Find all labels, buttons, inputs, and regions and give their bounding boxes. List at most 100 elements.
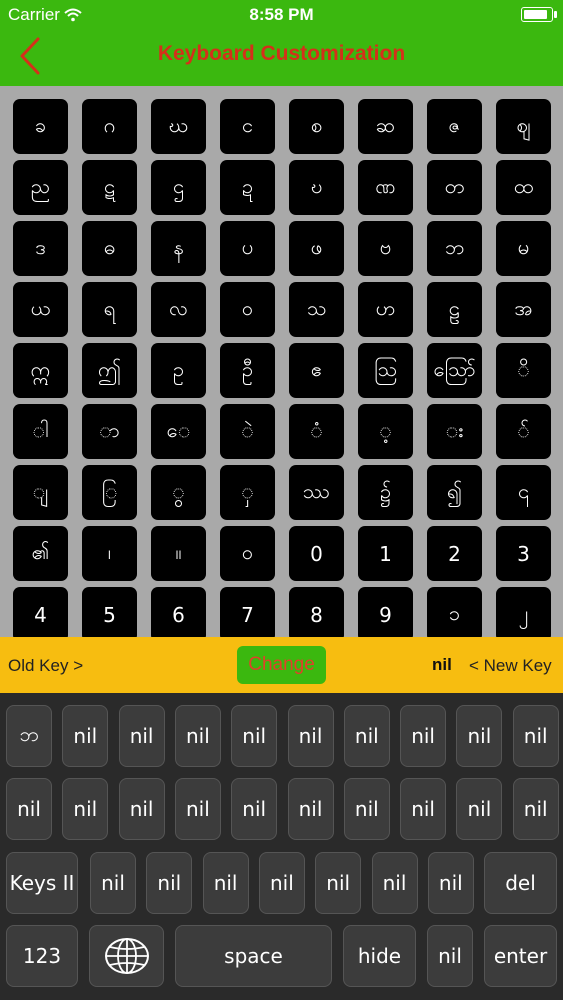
keyboard-key[interactable]: nil — [343, 705, 390, 767]
hide-key[interactable]: hide — [343, 925, 416, 987]
grid-key[interactable]: ထ — [496, 160, 551, 215]
grid-key[interactable]: 1 — [358, 526, 413, 581]
keyboard-key[interactable]: nil — [146, 852, 193, 914]
grid-key[interactable]: ရ — [82, 282, 137, 337]
keyboard-key[interactable]: nil — [6, 778, 52, 840]
keyboard-key[interactable]: nil — [231, 705, 278, 767]
grid-key[interactable]: ပ — [220, 221, 275, 276]
keyboard-key[interactable]: nil — [456, 705, 503, 767]
grid-key[interactable]: ဦ — [220, 343, 275, 398]
keyboard-key[interactable]: nil — [512, 705, 559, 767]
grid-key[interactable]: ၍ — [427, 465, 482, 520]
keyboard-key[interactable]: nil — [287, 778, 334, 840]
grid-key[interactable]: အ — [496, 282, 551, 337]
grid-key[interactable]: ြ — [82, 465, 137, 520]
grid-key[interactable]: ယ — [13, 282, 68, 337]
grid-key[interactable]: ဍ — [220, 160, 275, 215]
keyboard-key[interactable]: nil — [427, 852, 474, 914]
keyboard-key[interactable]: nil — [118, 778, 165, 840]
keyboard-key[interactable]: nil — [118, 705, 165, 767]
grid-key[interactable]: ျ — [13, 465, 68, 520]
grid-key[interactable]: ဃ — [151, 99, 206, 154]
keys-ii-key[interactable]: Keys II — [6, 852, 78, 914]
grid-key[interactable]: ၏ — [13, 526, 68, 581]
grid-key[interactable]: ဩ — [358, 343, 413, 398]
grid-key[interactable]: ဣ — [13, 343, 68, 398]
grid-key[interactable]: ဈ — [496, 99, 551, 154]
space-key[interactable]: space — [175, 925, 332, 987]
grid-key[interactable]: 6 — [151, 587, 206, 637]
grid-key[interactable]: ၁ — [427, 587, 482, 637]
grid-key[interactable]: ဎ — [289, 160, 344, 215]
grid-key[interactable]: ့ — [358, 404, 413, 459]
change-button[interactable]: Change — [237, 646, 326, 684]
grid-key[interactable]: ဌ — [151, 160, 206, 215]
grid-key[interactable]: ဂ — [82, 99, 137, 154]
grid-key[interactable]: ဏ — [358, 160, 413, 215]
grid-key[interactable]: ာ — [82, 404, 137, 459]
keyboard-key[interactable]: nil — [400, 705, 447, 767]
grid-key[interactable]: ခ — [13, 99, 68, 154]
grid-key[interactable]: သ — [289, 282, 344, 337]
grid-key[interactable]: ွ — [151, 465, 206, 520]
grid-key[interactable]: ဥ — [151, 343, 206, 398]
keyboard-key[interactable]: nil — [174, 778, 221, 840]
grid-key[interactable]: မ — [496, 221, 551, 276]
grid-key[interactable]: ၌ — [358, 465, 413, 520]
grid-key[interactable]: ေ — [151, 404, 206, 459]
nil-key[interactable]: nil — [427, 925, 473, 987]
grid-key[interactable]: င — [220, 99, 275, 154]
grid-key[interactable]: 3 — [496, 526, 551, 581]
grid-key[interactable]: 8 — [289, 587, 344, 637]
keyboard-key[interactable]: nil — [258, 852, 305, 914]
grid-key[interactable]: ဘ — [427, 221, 482, 276]
globe-key[interactable] — [89, 925, 164, 987]
grid-key[interactable]: 2 — [427, 526, 482, 581]
keyboard-key[interactable]: nil — [62, 705, 109, 767]
grid-key[interactable]: ါ — [13, 404, 68, 459]
grid-key[interactable]: 7 — [220, 587, 275, 637]
keyboard-key[interactable]: nil — [231, 778, 278, 840]
grid-key[interactable]: ည — [13, 160, 68, 215]
grid-key[interactable]: ဖ — [289, 221, 344, 276]
grid-key[interactable]: ဝ — [220, 282, 275, 337]
keyboard-key[interactable]: nil — [90, 852, 136, 914]
grid-key[interactable]: လ — [151, 282, 206, 337]
grid-key[interactable]: ် — [496, 404, 551, 459]
keyboard-key[interactable]: nil — [202, 852, 249, 914]
grid-key[interactable]: ။ — [151, 526, 206, 581]
grid-key[interactable]: ဪ — [427, 343, 482, 398]
grid-key[interactable]: ဧ — [289, 343, 344, 398]
keyboard-key[interactable]: nil — [512, 778, 559, 840]
keyboard-key[interactable]: nil — [315, 852, 362, 914]
grid-key[interactable]: ဤ — [82, 343, 137, 398]
keyboard-key[interactable]: nil — [371, 852, 418, 914]
enter-key[interactable]: enter — [484, 925, 557, 987]
grid-key[interactable]: ၂ — [496, 587, 551, 637]
grid-key[interactable]: န — [151, 221, 206, 276]
grid-key[interactable]: တ — [427, 160, 482, 215]
grid-key[interactable]: ဠ — [427, 282, 482, 337]
keyboard-key[interactable]: nil — [343, 778, 390, 840]
grid-key[interactable]: ၀ — [220, 526, 275, 581]
delete-key[interactable]: del — [484, 852, 557, 914]
grid-key[interactable]: စ — [289, 99, 344, 154]
grid-key[interactable]: ဋ — [82, 160, 137, 215]
grid-key[interactable]: ဟ — [358, 282, 413, 337]
grid-key[interactable]: 0 — [289, 526, 344, 581]
numbers-key[interactable]: 123 — [6, 925, 78, 987]
grid-key[interactable]: ဒ — [13, 221, 68, 276]
grid-key[interactable]: ံ — [289, 404, 344, 459]
keyboard-key[interactable]: nil — [287, 705, 334, 767]
grid-key[interactable]: ဗ — [358, 221, 413, 276]
grid-key[interactable]: ၎ — [496, 465, 551, 520]
keyboard-key[interactable]: nil — [174, 705, 221, 767]
grid-key[interactable]: ဓ — [82, 221, 137, 276]
grid-key[interactable]: ၊ — [82, 526, 137, 581]
keyboard-key[interactable]: nil — [456, 778, 503, 840]
grid-key[interactable]: 5 — [82, 587, 137, 637]
grid-key[interactable]: ဿ — [289, 465, 344, 520]
grid-key[interactable]: ဇ — [427, 99, 482, 154]
grid-key[interactable]: ိ — [496, 343, 551, 398]
keyboard-key[interactable]: nil — [400, 778, 447, 840]
